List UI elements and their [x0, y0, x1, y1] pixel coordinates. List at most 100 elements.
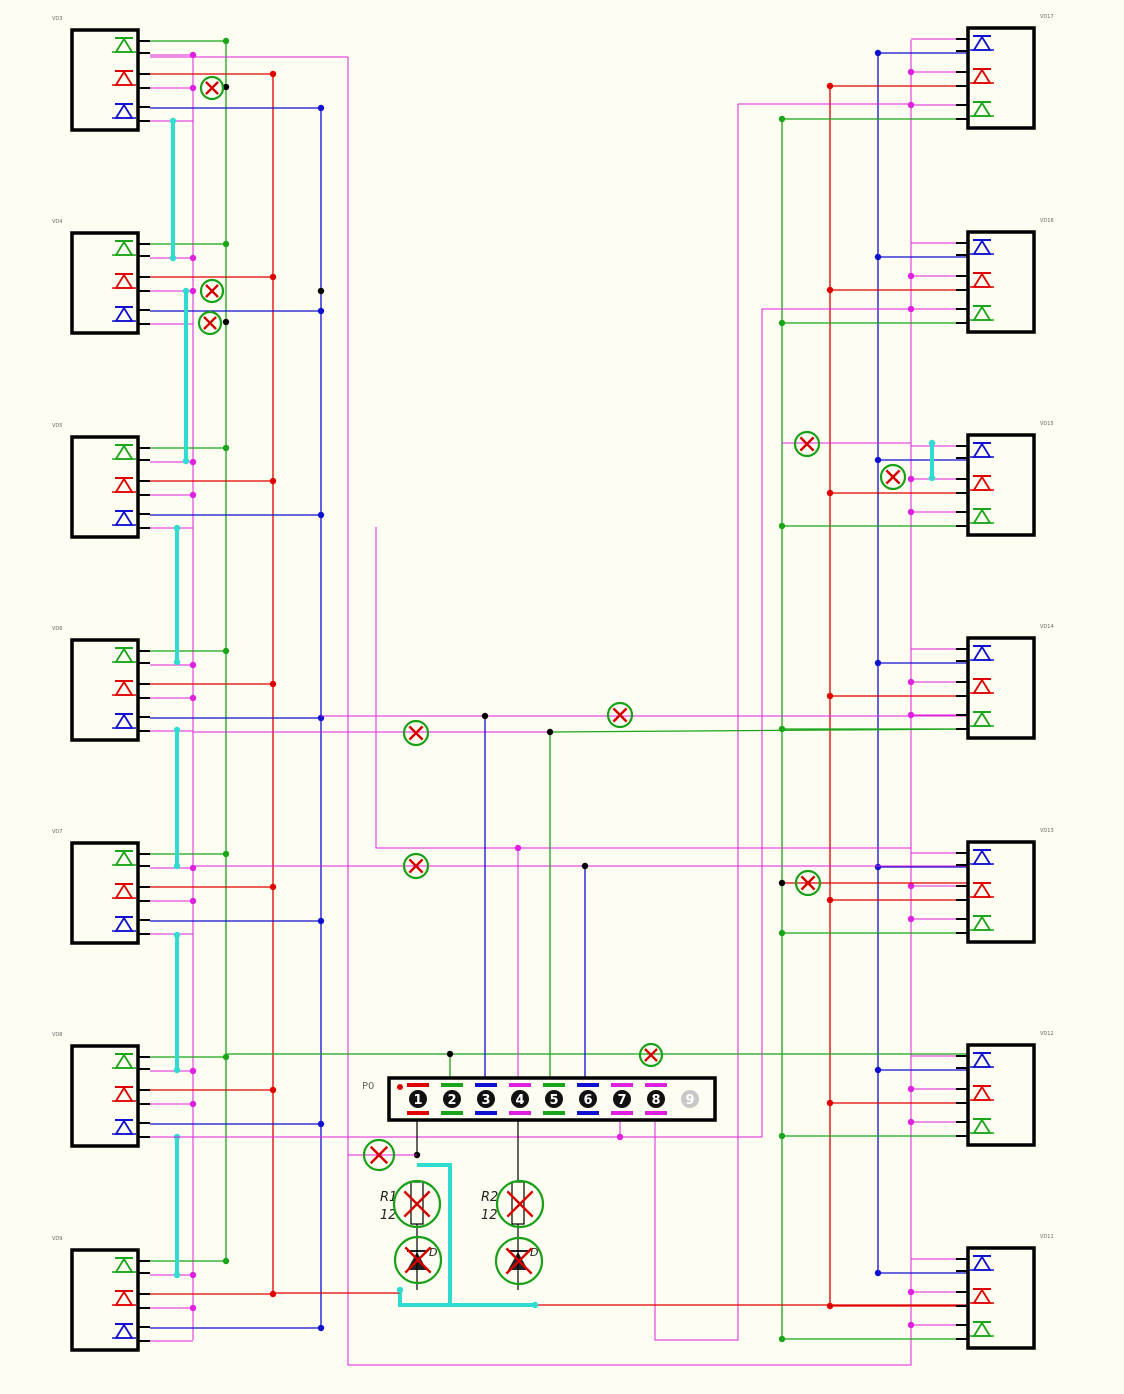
junction-dot: [269, 1086, 277, 1094]
junction-dot: [778, 725, 786, 733]
pin-bar-bottom: [441, 1111, 463, 1115]
connector-label: P0: [362, 1081, 374, 1092]
junction-dot: [189, 1100, 197, 1108]
resistor-value: 12: [481, 1208, 498, 1223]
junction-dot: [581, 862, 589, 870]
junction-dot: [173, 1271, 181, 1279]
junction-dot: [189, 661, 197, 669]
junction-dot: [928, 474, 936, 482]
junction-dot: [907, 678, 915, 686]
junction-dot: [396, 1286, 404, 1294]
junction-dot: [189, 458, 197, 466]
junction-dot: [481, 712, 489, 720]
junction-dot: [317, 104, 325, 112]
junction-dot: [317, 511, 325, 519]
junction-dot: [778, 115, 786, 123]
pin-bar-bottom: [509, 1111, 531, 1115]
module-label: VD11: [1040, 1234, 1054, 1240]
junction-dot: [189, 1271, 197, 1279]
connector-pin-9: 9: [681, 1090, 699, 1108]
junction-dot: [826, 1099, 834, 1107]
module-label: VD3: [52, 16, 62, 22]
junction-dot: [907, 882, 915, 890]
junction-dot: [928, 439, 936, 447]
junction-dot: [182, 457, 190, 465]
junction-dot: [907, 272, 915, 280]
pin-bar-top: [645, 1083, 667, 1087]
junction-dot: [874, 456, 882, 464]
pin-number: 8: [651, 1093, 660, 1108]
junction-dot: [169, 117, 177, 125]
junction-dot: [317, 287, 325, 295]
junction-dot: [317, 307, 325, 315]
junction-dot: [189, 84, 197, 92]
junction-dot: [222, 1053, 230, 1061]
junction-dot: [874, 253, 882, 261]
junction-dot: [907, 508, 915, 516]
module-label: VD17: [1040, 14, 1054, 20]
junction-dot: [189, 1304, 197, 1312]
module-label: VD8: [52, 1032, 62, 1038]
junction-dot: [446, 1050, 454, 1058]
junction-dot: [874, 49, 882, 57]
pin-bar-bottom: [577, 1111, 599, 1115]
module-label: VD16: [1040, 218, 1054, 224]
junction-dot: [169, 254, 177, 262]
module-label: VD12: [1040, 1031, 1054, 1037]
schematic-canvas: VD3 VD4 VD5 VD6 VD7 VD8 VD9 VD17 VD16 VD15 VD14 VD1…: [0, 0, 1124, 1394]
module-label: VD14: [1040, 624, 1054, 630]
junction-dot: [182, 287, 190, 295]
junction-dot: [269, 273, 277, 281]
junction-dot: [269, 680, 277, 688]
junction-dot: [826, 82, 834, 90]
pin-number: 6: [583, 1093, 592, 1108]
junction-dot: [907, 1085, 915, 1093]
junction-dot: [189, 287, 197, 295]
junction-dot: [189, 491, 197, 499]
junction-dot: [222, 647, 230, 655]
junction-dot: [317, 1120, 325, 1128]
pin-number: 5: [549, 1093, 558, 1108]
junction-dot: [907, 1321, 915, 1329]
junction-dot: [826, 489, 834, 497]
pin-bar-bottom: [543, 1111, 565, 1115]
junction-dot: [189, 254, 197, 262]
junction-dot: [189, 694, 197, 702]
junction-dot: [874, 1066, 882, 1074]
junction-dot: [173, 1066, 181, 1074]
junction-dot: [173, 931, 181, 939]
schematic-background: [0, 0, 1124, 1394]
junction-dot: [907, 101, 915, 109]
junction-dot: [874, 1269, 882, 1277]
pin-bar-top: [577, 1083, 599, 1087]
pin-bar-top: [611, 1083, 633, 1087]
junction-dot: [531, 1301, 539, 1309]
junction-dot: [907, 475, 915, 483]
module-label: VD15: [1040, 421, 1054, 427]
junction-dot: [907, 1288, 915, 1296]
junction-dot: [907, 1118, 915, 1126]
junction-dot: [317, 1324, 325, 1332]
junction-dot: [269, 70, 277, 78]
junction-dot: [778, 1335, 786, 1343]
junction-dot: [874, 863, 882, 871]
junction-dot: [826, 896, 834, 904]
junction-dot: [269, 477, 277, 485]
junction-dot: [173, 862, 181, 870]
module-label: VD5: [52, 423, 62, 429]
pin-bar-bottom: [475, 1111, 497, 1115]
junction-dot: [269, 883, 277, 891]
junction-dot: [514, 844, 522, 852]
junction-dot: [874, 659, 882, 667]
junction-dot: [778, 319, 786, 327]
connector-p0: P0 1 2 3 4 5 6 7 8 9: [362, 1076, 717, 1122]
resistor-label: R2: [481, 1190, 498, 1205]
junction-dot: [826, 286, 834, 294]
junction-dot: [222, 850, 230, 858]
module-label: VD6: [52, 626, 62, 632]
pin-number: 9: [685, 1093, 694, 1108]
junction-dot: [907, 68, 915, 76]
pin-bar-bottom: [645, 1111, 667, 1115]
junction-dot: [826, 1302, 834, 1310]
pin-bar-top: [441, 1083, 463, 1087]
